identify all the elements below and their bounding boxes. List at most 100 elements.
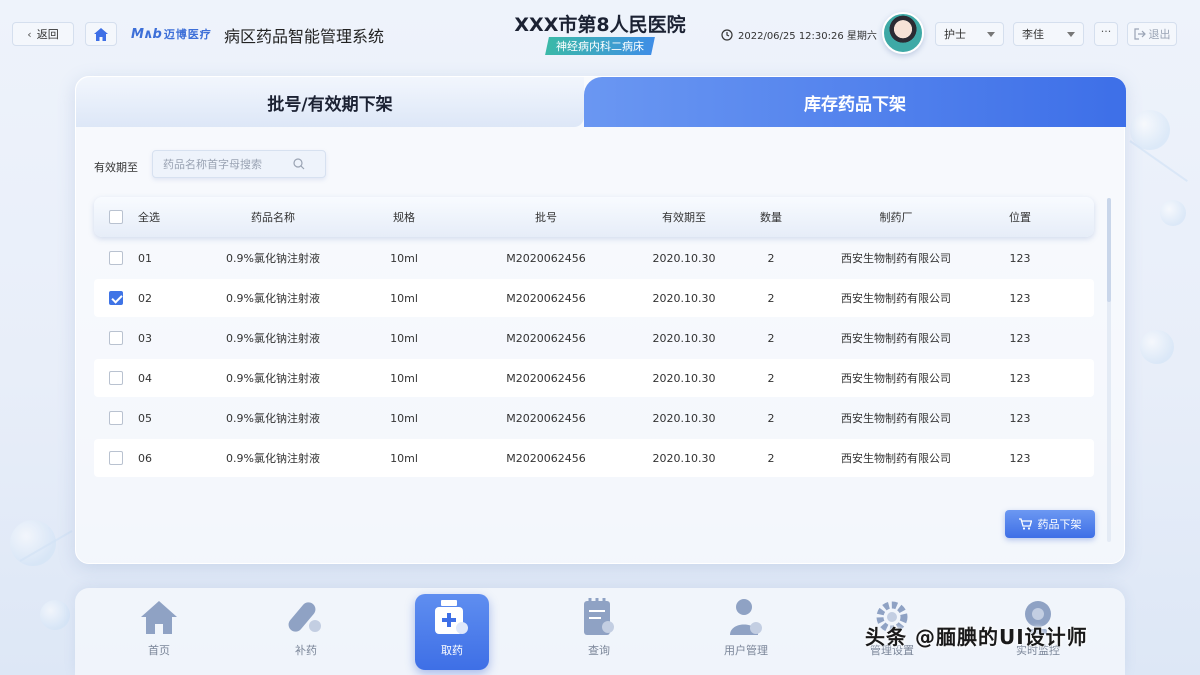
row-expiry: 2020.10.30 (652, 251, 716, 265)
row-manufacturer: 西安生物制药有限公司 (841, 452, 951, 465)
row-index: 06 (138, 451, 152, 465)
more-button[interactable]: ··· (1094, 22, 1118, 46)
row-batch: M2020062456 (506, 451, 586, 465)
row-drug-name: 0.9%氯化钠注射液 (226, 292, 320, 305)
row-spec: 10ml (390, 291, 418, 305)
row-qty: 2 (767, 331, 775, 345)
row-drug-name: 0.9%氯化钠注射液 (226, 332, 320, 345)
table-row[interactable]: 03 0.9%氯化钠注射液 10ml M2020062456 2020.10.30 2 西安… (94, 319, 1094, 357)
back-label: 返回 (36, 28, 59, 41)
row-drug-name: 0.9%氯化钠注射液 (226, 452, 320, 465)
row-spec: 10ml (390, 371, 418, 385)
header-position: 位置 (1009, 211, 1031, 224)
nav-item-replenish[interactable]: 补药 (271, 594, 341, 670)
row-drug-name: 0.9%氯化钠注射液 (226, 412, 320, 425)
row-qty: 2 (767, 251, 775, 265)
table-row[interactable]: 06 0.9%氯化钠注射液 10ml M2020062456 2020.10.30 2 西安… (94, 439, 1094, 477)
row-manufacturer: 西安生物制药有限公司 (841, 372, 951, 385)
row-qty: 2 (767, 451, 775, 465)
logout-label: 退出 (1148, 28, 1171, 41)
table-row[interactable]: 05 0.9%氯化钠注射液 10ml M2020062456 2020.10.30 2 西安… (94, 399, 1094, 437)
row-checkbox[interactable] (109, 451, 123, 465)
row-spec: 10ml (390, 331, 418, 345)
ward-badge: 神经病内科二病床 (545, 37, 655, 55)
header-batch: 批号 (535, 211, 557, 224)
caret-down-icon (1067, 31, 1075, 37)
row-spec: 10ml (390, 451, 418, 465)
drug-table: 全选 药品名称 规格 批号 有效期至 数量 制药厂 位置 01 0.9%氯化钠注射… (94, 197, 1094, 477)
row-batch: M2020062456 (506, 371, 586, 385)
offshelf-button[interactable]: 药品下架 (1005, 510, 1095, 538)
logo-text: 迈博医疗 (163, 28, 212, 41)
nav-item-home[interactable]: 首页 (124, 594, 194, 670)
row-checkbox[interactable] (109, 371, 123, 385)
main-panel: 批号/有效期下架 库存药品下架 有效期至 全选 药品名称 规格 批号 有效期至 … (75, 76, 1126, 564)
role-select[interactable]: 护士 (935, 22, 1004, 46)
table-scrollbar[interactable] (1107, 198, 1111, 542)
row-spec: 10ml (390, 251, 418, 265)
row-drug-name: 0.9%氯化钠注射液 (226, 372, 320, 385)
scrollbar-thumb[interactable] (1107, 198, 1111, 302)
select-all-checkbox[interactable] (109, 210, 123, 224)
row-spec: 10ml (390, 411, 418, 425)
nav-item-dispense[interactable]: 取药 (415, 594, 489, 670)
row-expiry: 2020.10.30 (652, 451, 716, 465)
avatar[interactable] (882, 12, 924, 54)
row-manufacturer: 西安生物制药有限公司 (841, 292, 951, 305)
header-expiry: 有效期至 (662, 211, 706, 224)
row-expiry: 2020.10.30 (652, 291, 716, 305)
back-button[interactable]: ‹ 返回 (12, 22, 74, 46)
search-icon[interactable] (293, 158, 305, 170)
table-row[interactable]: 04 0.9%氯化钠注射液 10ml M2020062456 2020.10.30 2 西安… (94, 359, 1094, 397)
role-value: 护士 (944, 28, 966, 41)
row-index: 05 (138, 411, 152, 425)
header-select-all: 全选 (138, 211, 160, 224)
nav-item-user-management[interactable]: 用户管理 (711, 594, 781, 670)
row-checkbox[interactable] (109, 291, 123, 305)
table-row[interactable]: 01 0.9%氯化钠注射液 10ml M2020062456 2020.10.30 2 西安… (94, 239, 1094, 277)
row-qty: 2 (767, 371, 775, 385)
row-checkbox[interactable] (109, 411, 123, 425)
row-index: 01 (138, 251, 152, 265)
row-checkbox[interactable] (109, 251, 123, 265)
medicine-box-icon (435, 600, 468, 634)
logout-icon (1133, 28, 1146, 40)
clock-icon (721, 28, 733, 41)
ward-label: 神经病内科二病床 (556, 40, 644, 53)
table-row[interactable]: 02 0.9%氯化钠注射液 10ml M2020062456 2020.10.30 2 西安… (94, 279, 1094, 317)
pill-icon (288, 602, 321, 632)
row-manufacturer: 西安生物制药有限公司 (841, 252, 951, 265)
row-qty: 2 (767, 411, 775, 425)
home-button[interactable] (85, 22, 117, 46)
company-logo: M∧b 迈博医疗 (131, 26, 212, 42)
nav-item-query[interactable]: 查询 (564, 594, 634, 670)
search-box[interactable] (152, 150, 326, 178)
search-input[interactable] (163, 157, 293, 171)
header-qty: 数量 (760, 211, 782, 224)
clipboard-search-icon (584, 598, 614, 635)
row-batch: M2020062456 (506, 291, 586, 305)
nav-label: 用户管理 (724, 644, 768, 657)
row-checkbox[interactable] (109, 331, 123, 345)
row-batch: M2020062456 (506, 411, 586, 425)
watermark: 头条 @腼腆的UI设计师 (865, 625, 1088, 649)
logout-button[interactable]: 退出 (1127, 22, 1177, 46)
table-body: 01 0.9%氯化钠注射液 10ml M2020062456 2020.10.30 2 西安… (94, 239, 1094, 477)
row-position: 123 (1009, 251, 1031, 265)
nav-label: 补药 (295, 644, 317, 657)
logo-mark: M∧b (131, 26, 162, 42)
tab-stock-offshelf[interactable]: 库存药品下架 (584, 77, 1126, 127)
nav-label: 取药 (441, 644, 463, 657)
header-manufacturer: 制药厂 (879, 211, 913, 224)
row-position: 123 (1009, 371, 1031, 385)
datetime-text: 2022/06/25 12:30:26 星期六 (738, 31, 877, 42)
row-manufacturer: 西安生物制药有限公司 (841, 412, 951, 425)
tab-batch-expiry-offshelf[interactable]: 批号/有效期下架 (76, 77, 584, 127)
row-position: 123 (1009, 411, 1031, 425)
app-header: ‹ 返回 M∧b 迈博医疗 病区药品智能管理系统 XXX市第8人民医院 神经病内… (0, 0, 1200, 70)
user-select[interactable]: 李佳 (1013, 22, 1084, 46)
system-title: 病区药品智能管理系统 (224, 27, 385, 46)
user-settings-icon (730, 599, 762, 635)
datetime-display: 2022/06/25 12:30:26 星期六 (721, 27, 877, 42)
row-qty: 2 (767, 291, 775, 305)
